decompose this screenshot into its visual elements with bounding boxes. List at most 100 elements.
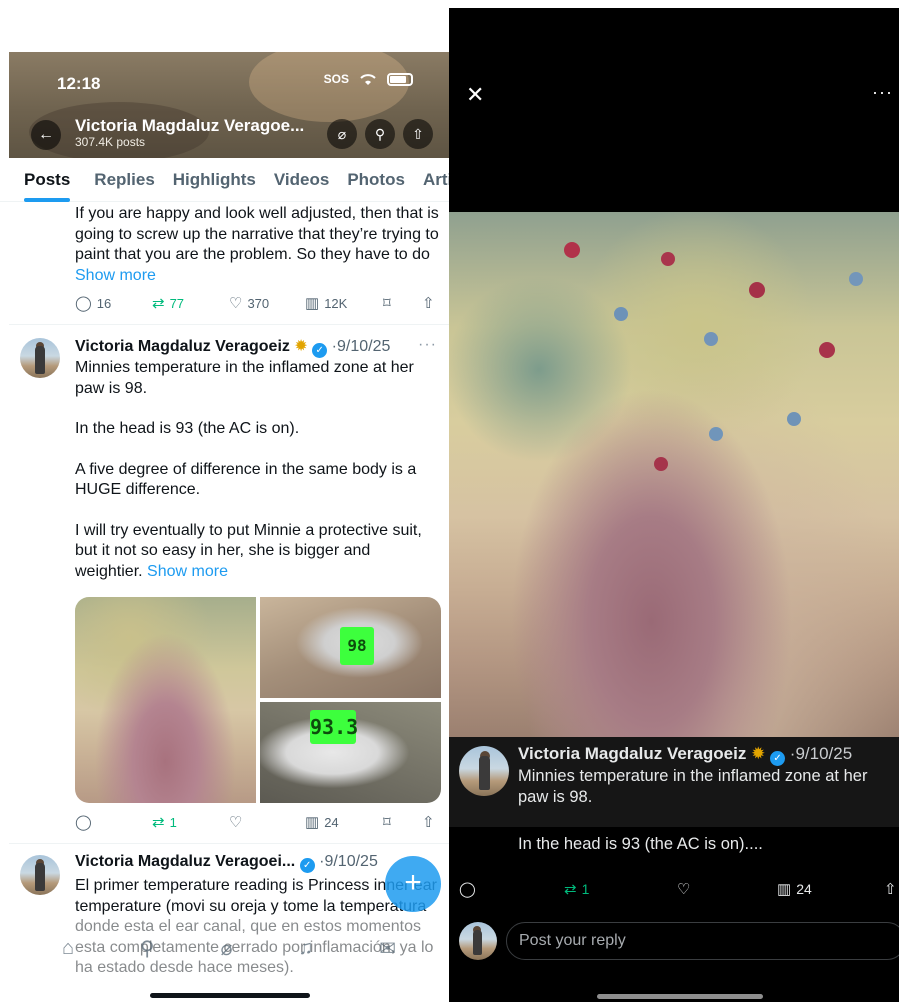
media-photo-fullscreen[interactable] bbox=[449, 212, 899, 737]
like-icon: ♡ bbox=[229, 295, 243, 312]
bookmark-button[interactable]: ⌑ bbox=[383, 294, 391, 312]
views-button[interactable]: ▥ 24 bbox=[305, 813, 339, 831]
media-photo[interactable]: 93.3 bbox=[260, 702, 441, 803]
battery-icon bbox=[387, 72, 413, 86]
views-count: 12K bbox=[324, 295, 348, 311]
reply-button[interactable]: ◯ bbox=[459, 880, 476, 898]
tab-videos[interactable]: Videos bbox=[274, 158, 329, 201]
author-name[interactable]: Victoria Magdaluz Veragoeiz bbox=[75, 338, 290, 355]
views-button[interactable]: ▥ 12K bbox=[305, 294, 347, 312]
share-icon: ⇧ bbox=[884, 881, 897, 898]
repost-button[interactable]: ⇄ 1 bbox=[564, 880, 589, 898]
like-button[interactable]: ♡ bbox=[229, 813, 242, 831]
fabric-dot bbox=[704, 332, 718, 346]
tab-articles[interactable]: Artic bbox=[423, 158, 449, 201]
avatar[interactable] bbox=[20, 855, 60, 895]
search-icon[interactable]: ⚲ bbox=[140, 936, 155, 961]
status-icons: SOS bbox=[324, 72, 413, 86]
repost-button[interactable]: ⇄ 77 bbox=[152, 294, 184, 312]
profile-header: 12:18 SOS ← Victoria Magdaluz Veragoe...… bbox=[9, 52, 449, 158]
sos-indicator: SOS bbox=[323, 72, 349, 86]
grok-button[interactable]: ⌀ bbox=[327, 119, 357, 149]
like-button[interactable]: ♡ 370 bbox=[229, 294, 269, 312]
search-icon: ⚲ bbox=[374, 125, 386, 142]
thermometer-display: 93.3 bbox=[310, 710, 358, 744]
home-indicator bbox=[150, 993, 310, 998]
media-photo[interactable] bbox=[75, 597, 256, 803]
media-viewer: ✕ ··· Victoria Magdaluz Veragoeiz ✹ ✓ ·9… bbox=[449, 8, 899, 1002]
like-button[interactable]: ♡ bbox=[677, 880, 690, 898]
repost-icon: ⇄ bbox=[152, 295, 165, 312]
caption-text[interactable]: In the head is 93 (the AC is on).... bbox=[518, 834, 893, 855]
fabric-dot bbox=[787, 412, 801, 426]
grok-icon[interactable]: ⌀ bbox=[220, 936, 232, 961]
post-paragraph: A five degree of difference in the same … bbox=[75, 460, 417, 499]
post-actions: ◯ 16 ⇄ 77 ♡ 370 ▥ 12K ⌑ ⇧ bbox=[75, 292, 445, 314]
views-icon: ▥ bbox=[305, 295, 320, 312]
avatar[interactable] bbox=[459, 746, 509, 796]
share-post-button[interactable]: ⇧ bbox=[422, 813, 435, 831]
post-date[interactable]: 9/10/25 bbox=[795, 744, 852, 763]
like-count: 370 bbox=[247, 295, 270, 311]
home-icon[interactable]: ⌂ bbox=[62, 937, 74, 960]
close-icon[interactable]: ✕ bbox=[466, 82, 484, 108]
notifications-icon[interactable]: ♫ bbox=[298, 937, 313, 960]
reply-input[interactable]: Post your reply bbox=[506, 922, 899, 960]
verified-icon: ✓ bbox=[770, 751, 786, 766]
caption-text: Minnies temperature in the inflamed zone… bbox=[518, 767, 868, 806]
more-icon[interactable]: ··· bbox=[872, 82, 893, 103]
tab-posts[interactable]: Posts bbox=[24, 158, 71, 202]
reply-button[interactable]: ◯ bbox=[75, 813, 92, 831]
share-post-button[interactable]: ⇧ bbox=[884, 880, 897, 898]
more-icon[interactable]: ··· bbox=[418, 336, 437, 354]
views-icon: ▥ bbox=[777, 881, 792, 898]
bookmark-button[interactable]: ⌑ bbox=[383, 813, 391, 831]
search-button[interactable]: ⚲ bbox=[365, 119, 395, 149]
fabric-dot bbox=[709, 427, 723, 441]
back-button[interactable]: ← bbox=[31, 120, 61, 150]
bottom-navigation: ⌂ ⚲ ⌀ ♫ ✉ bbox=[9, 920, 449, 976]
tab-replies[interactable]: Replies bbox=[94, 158, 154, 201]
post-actions: ◯ ⇄ 1 ♡ ▥ 24 ⇧ bbox=[459, 880, 899, 904]
share-icon: ⇧ bbox=[422, 814, 435, 831]
share-icon: ⇧ bbox=[412, 125, 424, 142]
reply-icon: ◯ bbox=[75, 295, 92, 312]
fabric-dot bbox=[614, 307, 628, 321]
author-name[interactable]: Victoria Magdaluz Veragoeiz bbox=[518, 744, 746, 763]
fabric-dot bbox=[849, 272, 863, 286]
posts-count: 307.4K posts bbox=[75, 135, 146, 149]
repost-button[interactable]: ⇄ 1 bbox=[152, 813, 177, 831]
messages-icon[interactable]: ✉ bbox=[379, 936, 396, 961]
media-photo[interactable]: 98 bbox=[260, 597, 441, 698]
post-media-grid: 98 93.3 bbox=[75, 597, 441, 803]
avatar bbox=[459, 922, 497, 960]
reply-button[interactable]: ◯ 16 bbox=[75, 294, 111, 312]
compose-icon: + bbox=[404, 866, 422, 899]
share-button[interactable]: ⇧ bbox=[403, 119, 433, 149]
post-paragraph: Minnies temperature in the inflamed zone… bbox=[75, 359, 414, 397]
verified-icon: ✓ bbox=[299, 858, 315, 873]
fabric-dot bbox=[819, 342, 835, 358]
avatar[interactable] bbox=[20, 338, 60, 378]
reply-icon: ◯ bbox=[75, 814, 92, 831]
show-more-link[interactable]: Show more bbox=[147, 563, 228, 580]
repost-icon: ⇄ bbox=[564, 881, 577, 898]
header-actions: ⌀ ⚲ ⇧ bbox=[327, 119, 433, 149]
home-indicator bbox=[597, 994, 763, 999]
thermometer-display: 98 bbox=[340, 627, 374, 665]
post-divider bbox=[9, 843, 449, 844]
tab-highlights[interactable]: Highlights bbox=[173, 158, 256, 201]
repost-count: 1 bbox=[169, 814, 177, 830]
tab-photos[interactable]: Photos bbox=[347, 158, 405, 201]
show-more-link[interactable]: Show more bbox=[75, 267, 156, 284]
views-button[interactable]: ▥ 24 bbox=[777, 880, 812, 898]
share-post-button[interactable]: ⇧ bbox=[422, 294, 435, 312]
views-count: 24 bbox=[796, 881, 812, 897]
compose-button[interactable]: + bbox=[385, 856, 441, 912]
post-date[interactable]: 9/10/25 bbox=[337, 338, 390, 355]
verified-icon: ✓ bbox=[312, 343, 328, 358]
profile-tabs: Posts Replies Highlights Videos Photos A… bbox=[0, 158, 449, 202]
author-name[interactable]: Victoria Magdaluz Veragoei... bbox=[75, 853, 295, 870]
post-date[interactable]: 9/10/25 bbox=[324, 853, 377, 870]
bookmark-icon: ⌑ bbox=[383, 814, 391, 831]
